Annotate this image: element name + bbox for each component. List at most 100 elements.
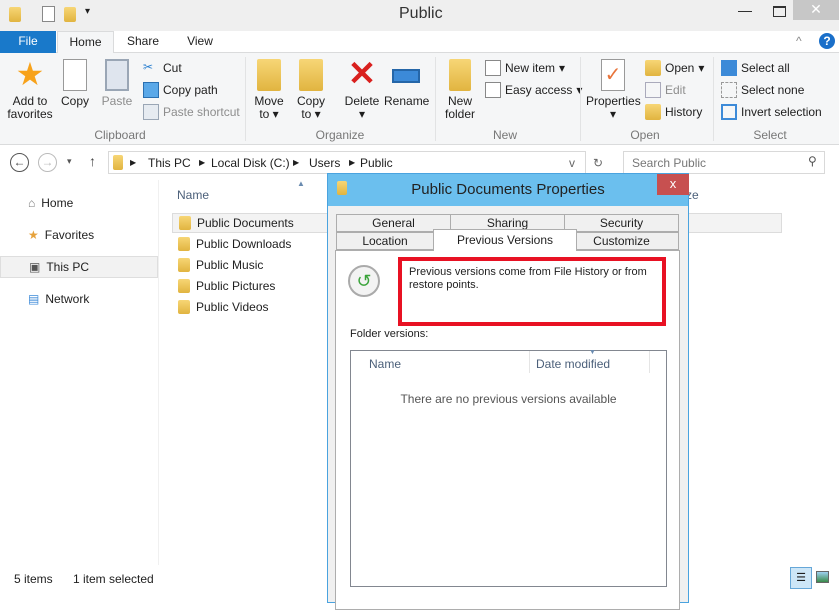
- select-all-button[interactable]: Select all: [721, 60, 790, 76]
- copy-path-button[interactable]: Copy path: [143, 82, 218, 98]
- rename-button[interactable]: Rename: [384, 59, 429, 108]
- select-none-button[interactable]: Select none: [721, 82, 804, 98]
- new-item-icon: [485, 60, 501, 76]
- history-icon: [645, 104, 661, 120]
- move-to-button[interactable]: Move to ▾: [252, 59, 286, 121]
- status-item-count: 5 items: [14, 572, 53, 586]
- invert-selection-icon: [721, 104, 737, 120]
- back-button[interactable]: ←: [10, 153, 29, 172]
- title-bar: ▾ Public — ✕: [0, 0, 839, 31]
- divider: [245, 57, 246, 141]
- rename-icon: [392, 69, 420, 83]
- easy-access-icon: [485, 82, 501, 98]
- nav-favorites[interactable]: ★ Favorites: [0, 224, 158, 246]
- folder-icon: [178, 279, 190, 293]
- collapse-ribbon-icon[interactable]: ^: [796, 34, 802, 48]
- nav-network[interactable]: ▤ Network: [0, 288, 158, 310]
- new-item-button[interactable]: New item ▾: [485, 60, 565, 76]
- group-label-organize: Organize: [315, 128, 365, 142]
- folder-icon: [178, 237, 190, 251]
- nav-this-pc[interactable]: ▣ This PC: [0, 256, 158, 278]
- versions-list[interactable]: Name ▼ Date modified There are no previo…: [350, 349, 667, 587]
- tab-file[interactable]: File: [0, 31, 56, 53]
- copy-path-icon: [143, 82, 159, 98]
- pane-divider[interactable]: [158, 180, 159, 565]
- tab-previous-versions[interactable]: Previous Versions: [433, 229, 577, 251]
- star-icon: ★: [15, 56, 45, 92]
- new-folder-icon: [449, 59, 471, 91]
- maximize-button[interactable]: [773, 6, 786, 17]
- scissors-icon: ✂: [143, 60, 154, 74]
- address-bar[interactable]: ▶ This PC ▶ Local Disk (C:) ▶ Users ▶ Public…: [108, 151, 603, 174]
- properties-icon: ✓: [601, 59, 625, 91]
- new-folder-quick-icon[interactable]: [64, 7, 76, 22]
- open-icon: [645, 60, 661, 76]
- info-text: Previous versions come from File History…: [409, 266, 647, 291]
- properties-quick-icon[interactable]: [42, 6, 55, 22]
- invert-selection-button[interactable]: Invert selection: [721, 104, 822, 120]
- copy-icon: [63, 59, 87, 91]
- refresh-icon[interactable]: ↻: [593, 156, 603, 170]
- select-all-icon: [721, 60, 737, 76]
- previous-versions-panel: ↺ Previous versions come from File Histo…: [335, 250, 680, 610]
- details-view-button[interactable]: ☰: [790, 567, 812, 589]
- divider: [580, 57, 581, 141]
- folder-icon: [178, 300, 190, 314]
- recent-locations-icon[interactable]: ▾: [67, 156, 72, 167]
- column-header-name[interactable]: Name: [177, 188, 209, 202]
- search-box[interactable]: Search Public ⚲: [623, 151, 825, 174]
- copy-to-button[interactable]: Copy to ▾: [294, 59, 328, 121]
- cut-button[interactable]: ✂ Cut: [143, 60, 182, 76]
- close-button[interactable]: ✕: [793, 0, 839, 20]
- address-dropdown-icon[interactable]: v: [569, 156, 575, 170]
- customize-quick-access-icon[interactable]: ▾: [85, 6, 90, 17]
- history-button[interactable]: History: [645, 104, 702, 120]
- crumb-this-pc[interactable]: This PC: [148, 156, 191, 170]
- column-name[interactable]: Name: [369, 357, 401, 371]
- properties-button[interactable]: ✓ Properties ▾: [586, 59, 641, 121]
- delete-button[interactable]: ✕ Delete ▾: [342, 57, 382, 121]
- select-none-icon: [721, 82, 737, 98]
- tab-home[interactable]: Home: [57, 31, 114, 54]
- up-button[interactable]: ↑: [89, 153, 96, 169]
- large-icons-view-button[interactable]: [816, 571, 829, 583]
- dialog-close-button[interactable]: x: [657, 174, 689, 195]
- computer-icon: ▣: [29, 260, 41, 274]
- tab-customize[interactable]: Customize: [564, 232, 679, 250]
- empty-message: There are no previous versions available: [400, 392, 617, 406]
- copy-button[interactable]: Copy: [58, 59, 92, 108]
- minimize-button[interactable]: —: [738, 2, 752, 18]
- tab-location[interactable]: Location: [336, 232, 434, 250]
- divider: [713, 57, 714, 141]
- restore-clock-icon: ↺: [348, 265, 380, 297]
- new-folder-button[interactable]: New folder: [442, 59, 478, 121]
- crumb-local-disk[interactable]: Local Disk (C:): [211, 156, 290, 170]
- paste-button[interactable]: Paste: [100, 59, 134, 108]
- help-icon[interactable]: ?: [819, 33, 835, 49]
- crumb-users[interactable]: Users: [309, 156, 340, 170]
- easy-access-button[interactable]: Easy access ▾: [485, 82, 582, 98]
- open-button[interactable]: Open ▾: [645, 60, 704, 76]
- tab-view[interactable]: View: [176, 31, 224, 53]
- group-label-new: New: [492, 128, 517, 142]
- add-to-favorites-button[interactable]: ★ Add to favorites: [6, 56, 54, 121]
- edit-button[interactable]: Edit: [645, 82, 686, 98]
- forward-button[interactable]: →: [38, 153, 57, 172]
- paste-shortcut-button[interactable]: Paste shortcut: [143, 104, 240, 120]
- tab-security[interactable]: Security: [564, 214, 679, 232]
- folder-icon: [113, 155, 123, 170]
- column-date-modified[interactable]: Date modified: [536, 357, 610, 371]
- tab-share[interactable]: Share: [118, 31, 168, 53]
- folder-versions-label: Folder versions:: [350, 328, 429, 340]
- ribbon: ★ Add to favorites Copy Paste ✂ Cut Copy p…: [0, 53, 839, 145]
- ribbon-tabs: File Home Share View ^ ?: [0, 31, 839, 54]
- search-input[interactable]: Search Public: [632, 156, 706, 170]
- dialog-title: Public Documents Properties: [411, 181, 605, 198]
- dialog-title-bar[interactable]: Public Documents Properties x: [328, 174, 689, 206]
- status-selection: 1 item selected: [73, 572, 154, 586]
- divider: [435, 57, 436, 141]
- group-label-open: Open: [630, 128, 660, 142]
- crumb-public[interactable]: Public: [360, 156, 393, 170]
- nav-home[interactable]: ⌂ Home: [0, 192, 158, 214]
- network-icon: ▤: [28, 292, 40, 306]
